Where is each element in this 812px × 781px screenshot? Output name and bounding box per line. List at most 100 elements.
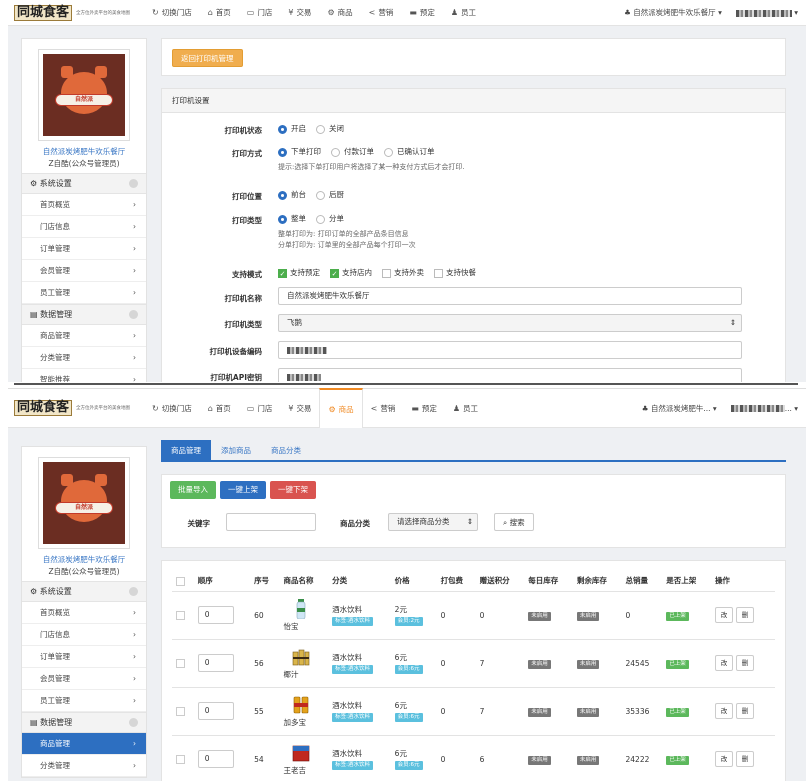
type-whole-radio[interactable]: 整单	[278, 213, 306, 224]
collapse-icon[interactable]	[129, 310, 138, 319]
sidebar-item-staff[interactable]: 员工管理 ›	[22, 282, 146, 304]
account-menu[interactable]: ▾	[735, 8, 798, 17]
printer-model-select[interactable]: 飞鹅 ⇕	[278, 314, 742, 332]
row-checkbox[interactable]	[176, 754, 185, 764]
nav-marketing[interactable]: < 营销	[363, 388, 404, 428]
row-checkbox[interactable]	[176, 658, 185, 668]
edit-button[interactable]: 改	[714, 607, 733, 623]
collapse-icon[interactable]	[129, 718, 138, 727]
category-select[interactable]: 请选择商品分类 ⇕	[388, 513, 478, 531]
status-off-radio[interactable]: 关闭	[316, 123, 344, 134]
sidebar-item-goods[interactable]: 商品管理 ›	[22, 325, 146, 347]
method-order-radio[interactable]: 下单打印	[278, 146, 321, 157]
delete-button[interactable]: 删	[735, 607, 754, 623]
nav-trade[interactable]: ¥ 交易	[280, 388, 319, 428]
nav-home[interactable]: ⌂ 首页	[200, 0, 239, 26]
section-data-management[interactable]: ▤ 数据管理	[22, 712, 146, 733]
sidebar-item-categories[interactable]: 分类管理 ›	[22, 755, 146, 777]
nav-store[interactable]: ▭ 门店	[239, 388, 281, 428]
edit-button[interactable]: 改	[714, 703, 733, 719]
nav-store[interactable]: ▭ 门店	[239, 0, 281, 26]
edit-button[interactable]: 改	[714, 655, 733, 671]
nav-switch-store[interactable]: ↻ 切换门店	[144, 0, 200, 26]
tab-add-goods[interactable]: 添加商品	[211, 440, 261, 460]
shop-name[interactable]: 自然派炭烤肥牛欢乐餐厅	[22, 554, 146, 565]
position-kitchen-radio[interactable]: 后厨	[316, 189, 344, 200]
nav-goods[interactable]: ⚙ 商品	[319, 388, 363, 428]
shop-name[interactable]: 自然派炭烤肥牛欢乐餐厅	[22, 146, 146, 157]
back-to-printers-button[interactable]: 返回打印机管理	[172, 49, 243, 67]
sidebar-item-overview[interactable]: 首页概览 ›	[22, 602, 146, 624]
shelf-status-badge[interactable]: 已上架	[666, 755, 689, 765]
nav-switch-store[interactable]: ↻ 切换门店	[144, 388, 200, 428]
shelf-status-badge[interactable]: 已上架	[666, 659, 689, 669]
logo[interactable]: 同城食客 全方位外卖平台的美食地图	[8, 4, 144, 21]
nav-reserve[interactable]: ▬ 预定	[401, 0, 443, 26]
radio-icon	[278, 147, 287, 157]
mode-fastfood-checkbox[interactable]: 支持快餐	[434, 267, 476, 278]
shop-selector[interactable]: ♣ 自然派炭烤肥牛... ▾	[642, 403, 717, 414]
sidebar-item-members[interactable]: 会员管理 ›	[22, 260, 146, 282]
nav-marketing[interactable]: < 营销	[361, 0, 402, 26]
type-split-radio[interactable]: 分单	[316, 213, 344, 224]
sidebar-item-store-info[interactable]: 门店信息 ›	[22, 216, 146, 238]
shelf-status-badge[interactable]: 已上架	[666, 611, 689, 621]
section-system-settings[interactable]: ⚙ 系统设置	[22, 581, 146, 602]
mode-reserve-checkbox[interactable]: ✓ 支持预定	[278, 267, 320, 278]
sidebar-item-store-info[interactable]: 门店信息 ›	[22, 624, 146, 646]
method-confirmed-radio[interactable]: 已确认订单	[384, 146, 435, 157]
nav-goods[interactable]: ⚙ 商品	[319, 0, 360, 26]
tab-goods-category[interactable]: 商品分类	[261, 440, 311, 460]
delete-button[interactable]: 删	[735, 751, 754, 767]
shelf-status-badge[interactable]: 已上架	[666, 707, 689, 717]
section-data-management[interactable]: ▤ 数据管理	[22, 304, 146, 325]
nav-staff[interactable]: ♟ 员工	[443, 0, 484, 26]
nav-home[interactable]: ⌂ 首页	[200, 388, 239, 428]
order-input[interactable]: 0	[197, 606, 234, 624]
category-text: 酒水饮料	[332, 701, 363, 710]
position-front-radio[interactable]: 前台	[278, 189, 306, 200]
api-key-input[interactable]	[278, 368, 742, 382]
nav-trade[interactable]: ¥ 交易	[280, 0, 319, 26]
tab-goods-management[interactable]: 商品管理	[161, 440, 211, 460]
collapse-icon[interactable]	[129, 587, 138, 596]
nav-staff[interactable]: ♟ 员工	[445, 388, 486, 428]
edit-button[interactable]: 改	[714, 751, 733, 767]
delete-button[interactable]: 删	[735, 703, 754, 719]
row-id: 54	[250, 735, 280, 781]
order-input[interactable]: 0	[197, 750, 234, 768]
order-input[interactable]: 0	[197, 702, 234, 720]
nav-label: 商品	[337, 8, 353, 17]
printer-name-input[interactable]: 自然派炭烤肥牛欢乐餐厅	[278, 287, 742, 305]
sidebar-item-members[interactable]: 会员管理 ›	[22, 668, 146, 690]
sidebar-item-goods[interactable]: 商品管理 ›	[22, 733, 146, 755]
mode-dinein-checkbox[interactable]: ✓ 支持店内	[330, 267, 372, 278]
status-on-radio[interactable]: 开启	[278, 123, 306, 134]
method-paid-radio[interactable]: 付款订单	[331, 146, 374, 157]
select-all-checkbox[interactable]	[176, 576, 185, 586]
shop-selector[interactable]: ♣ 自然派炭烤肥牛欢乐餐厅 ▾	[624, 7, 722, 18]
section-system-settings[interactable]: ⚙ 系统设置	[22, 173, 146, 194]
row-checkbox[interactable]	[176, 706, 185, 716]
printer-settings-screenshot: 同城食客 全方位外卖平台的美食地图 ↻ 切换门店 ⌂ 首页 ▭ 门店 ¥ 交易 ⚙ 商品 …	[0, 0, 812, 382]
all-off-shelf-button[interactable]: 一键下架	[270, 481, 316, 499]
sidebar-item-staff[interactable]: 员工管理 ›	[22, 690, 146, 712]
mode-takeout-checkbox[interactable]: 支持外卖	[382, 267, 424, 278]
sidebar-item-label: 订单管理	[40, 652, 70, 661]
sidebar-item-overview[interactable]: 首页概览 ›	[22, 194, 146, 216]
all-on-shelf-button[interactable]: 一键上架	[220, 481, 266, 499]
sidebar-item-recommend[interactable]: 智能推荐 ›	[22, 369, 146, 382]
sidebar-item-categories[interactable]: 分类管理 ›	[22, 347, 146, 369]
device-code-input[interactable]	[278, 341, 742, 359]
sidebar-item-orders[interactable]: 订单管理 ›	[22, 646, 146, 668]
bulk-import-button[interactable]: 批量导入	[170, 481, 216, 499]
logo[interactable]: 同城食客 全方位外卖平台的美食地图	[8, 400, 144, 416]
delete-button[interactable]: 删	[735, 655, 754, 671]
row-checkbox[interactable]	[176, 610, 185, 620]
search-button[interactable]: ⌕ 搜索	[494, 513, 534, 531]
account-menu[interactable]: ... ▾	[730, 404, 798, 413]
nav-reserve[interactable]: ▬ 预定	[403, 388, 445, 428]
sidebar-item-orders[interactable]: 订单管理 ›	[22, 238, 146, 260]
order-input[interactable]: 0	[197, 654, 234, 672]
collapse-icon[interactable]	[129, 179, 138, 188]
